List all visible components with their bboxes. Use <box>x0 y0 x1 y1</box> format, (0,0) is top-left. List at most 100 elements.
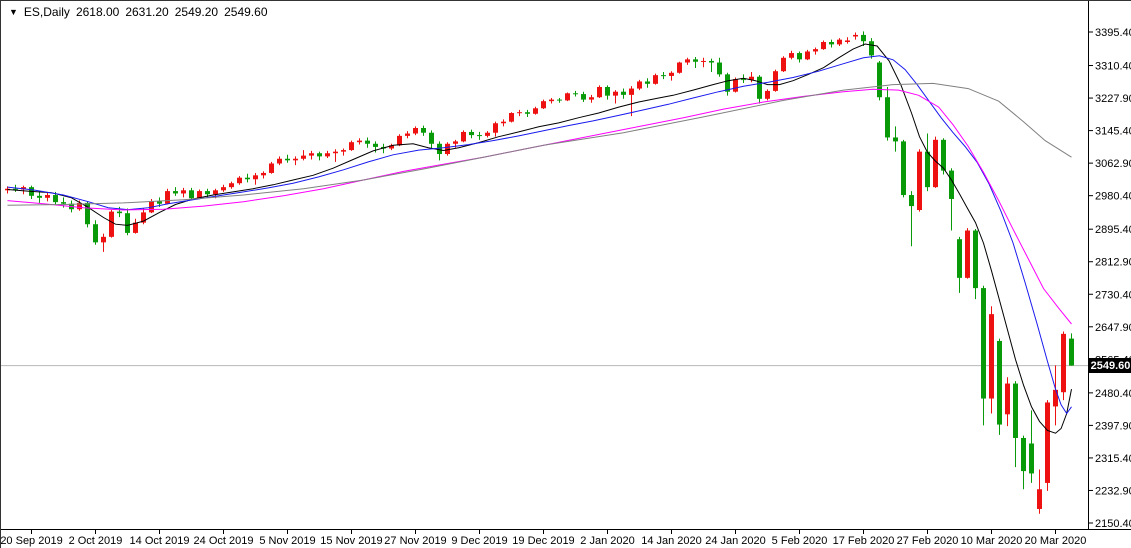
candle <box>437 144 442 154</box>
candle <box>901 141 906 195</box>
candle <box>829 42 834 44</box>
candle <box>541 101 546 108</box>
candle <box>549 100 554 102</box>
price-axis-label: 3227.90 <box>1095 93 1131 105</box>
candle <box>405 134 410 136</box>
candle <box>493 123 498 132</box>
candle <box>109 212 114 237</box>
candle <box>205 191 210 194</box>
time-axis-label: 27 Nov 2019 <box>384 535 446 547</box>
candle <box>325 153 330 156</box>
candle <box>949 171 954 199</box>
price-axis-label: 2812.90 <box>1095 257 1131 269</box>
candle <box>445 144 450 154</box>
candle <box>709 61 714 63</box>
candle <box>269 163 274 172</box>
candle <box>877 63 882 98</box>
candle <box>1069 339 1074 366</box>
candle <box>965 231 970 278</box>
candle <box>37 196 42 198</box>
price-axis-label: 2730.40 <box>1095 289 1131 301</box>
candle <box>309 153 314 155</box>
candle <box>597 87 602 97</box>
time-axis-label: 14 Oct 2019 <box>130 535 190 547</box>
candle <box>165 191 170 204</box>
candle <box>349 142 354 150</box>
time-axis-label: 17 Feb 2020 <box>833 535 895 547</box>
candle <box>917 152 922 210</box>
time-axis-label: 20 Sep 2019 <box>1 535 63 547</box>
candle <box>301 156 306 159</box>
time-axis-label: 19 Dec 2019 <box>512 535 574 547</box>
candle <box>669 73 674 76</box>
candle <box>981 288 986 398</box>
candle <box>93 224 98 242</box>
candle <box>661 75 666 76</box>
candle <box>677 63 682 73</box>
candle <box>893 137 898 141</box>
candle <box>509 113 514 122</box>
time-axis-label: 24 Oct 2019 <box>194 535 254 547</box>
candle <box>845 40 850 42</box>
candle <box>237 178 242 184</box>
chart-window: 3395.403310.403227.903145.403062.902980.… <box>0 0 1131 548</box>
current-price-badge: 2549.60 <box>1089 358 1131 373</box>
price-axis-label: 2647.90 <box>1095 322 1131 334</box>
candle <box>589 97 594 99</box>
price-axis-label: 2315.40 <box>1095 453 1131 465</box>
price-axis[interactable]: 3395.403310.403227.903145.403062.902980.… <box>1089 27 1131 530</box>
candle <box>45 195 50 198</box>
candle <box>501 122 506 124</box>
candle <box>1061 334 1066 392</box>
symbol-dropdown-icon: ▼ <box>9 8 18 17</box>
candle <box>261 173 266 175</box>
candle <box>765 91 770 99</box>
price-axis-label: 2397.90 <box>1095 420 1131 432</box>
price-chart[interactable]: 3395.403310.403227.903145.403062.902980.… <box>1 1 1131 548</box>
candle <box>453 141 458 143</box>
candle <box>565 93 570 100</box>
time-axis[interactable]: 20 Sep 20192 Oct 201914 Oct 201924 Oct 2… <box>1 530 1086 548</box>
ohlc-close: 2549.60 <box>224 5 267 19</box>
candle <box>621 92 626 95</box>
candle <box>365 141 370 144</box>
candle <box>909 195 914 206</box>
price-axis-label: 3395.40 <box>1095 27 1131 39</box>
candle <box>181 190 186 193</box>
chart-header: ▼ ES,Daily 2618.00 2631.20 2549.20 2549.… <box>9 5 268 19</box>
candle <box>533 108 538 114</box>
time-axis-label: 10 Mar 2020 <box>961 535 1023 547</box>
candle <box>933 140 938 187</box>
candle <box>333 152 338 154</box>
candle <box>685 59 690 62</box>
candle <box>525 112 530 114</box>
candle <box>637 81 642 88</box>
candle <box>869 41 874 55</box>
time-axis-label: 27 Feb 2020 <box>897 535 959 547</box>
candle <box>605 87 610 96</box>
candle <box>837 40 842 45</box>
time-axis-label: 14 Jan 2020 <box>641 535 702 547</box>
candle <box>821 42 826 49</box>
candle <box>853 35 858 37</box>
candle <box>117 212 122 214</box>
candle <box>885 97 890 137</box>
candle <box>1037 489 1042 509</box>
candle <box>341 150 346 152</box>
candle <box>693 59 698 61</box>
candle <box>1005 384 1010 415</box>
candle <box>997 341 1002 425</box>
candle <box>317 153 322 156</box>
candle <box>213 190 218 194</box>
ohlc-open: 2618.00 <box>76 5 119 19</box>
ohlc-low: 2549.20 <box>175 5 218 19</box>
time-axis-label: 5 Nov 2019 <box>259 535 315 547</box>
candle <box>717 63 722 75</box>
time-axis-label: 2 Jan 2020 <box>580 535 634 547</box>
candle <box>861 35 866 41</box>
candle <box>357 141 362 143</box>
candle <box>53 195 58 202</box>
candles-layer <box>5 31 1074 513</box>
candle <box>125 213 130 233</box>
candle <box>413 128 418 134</box>
